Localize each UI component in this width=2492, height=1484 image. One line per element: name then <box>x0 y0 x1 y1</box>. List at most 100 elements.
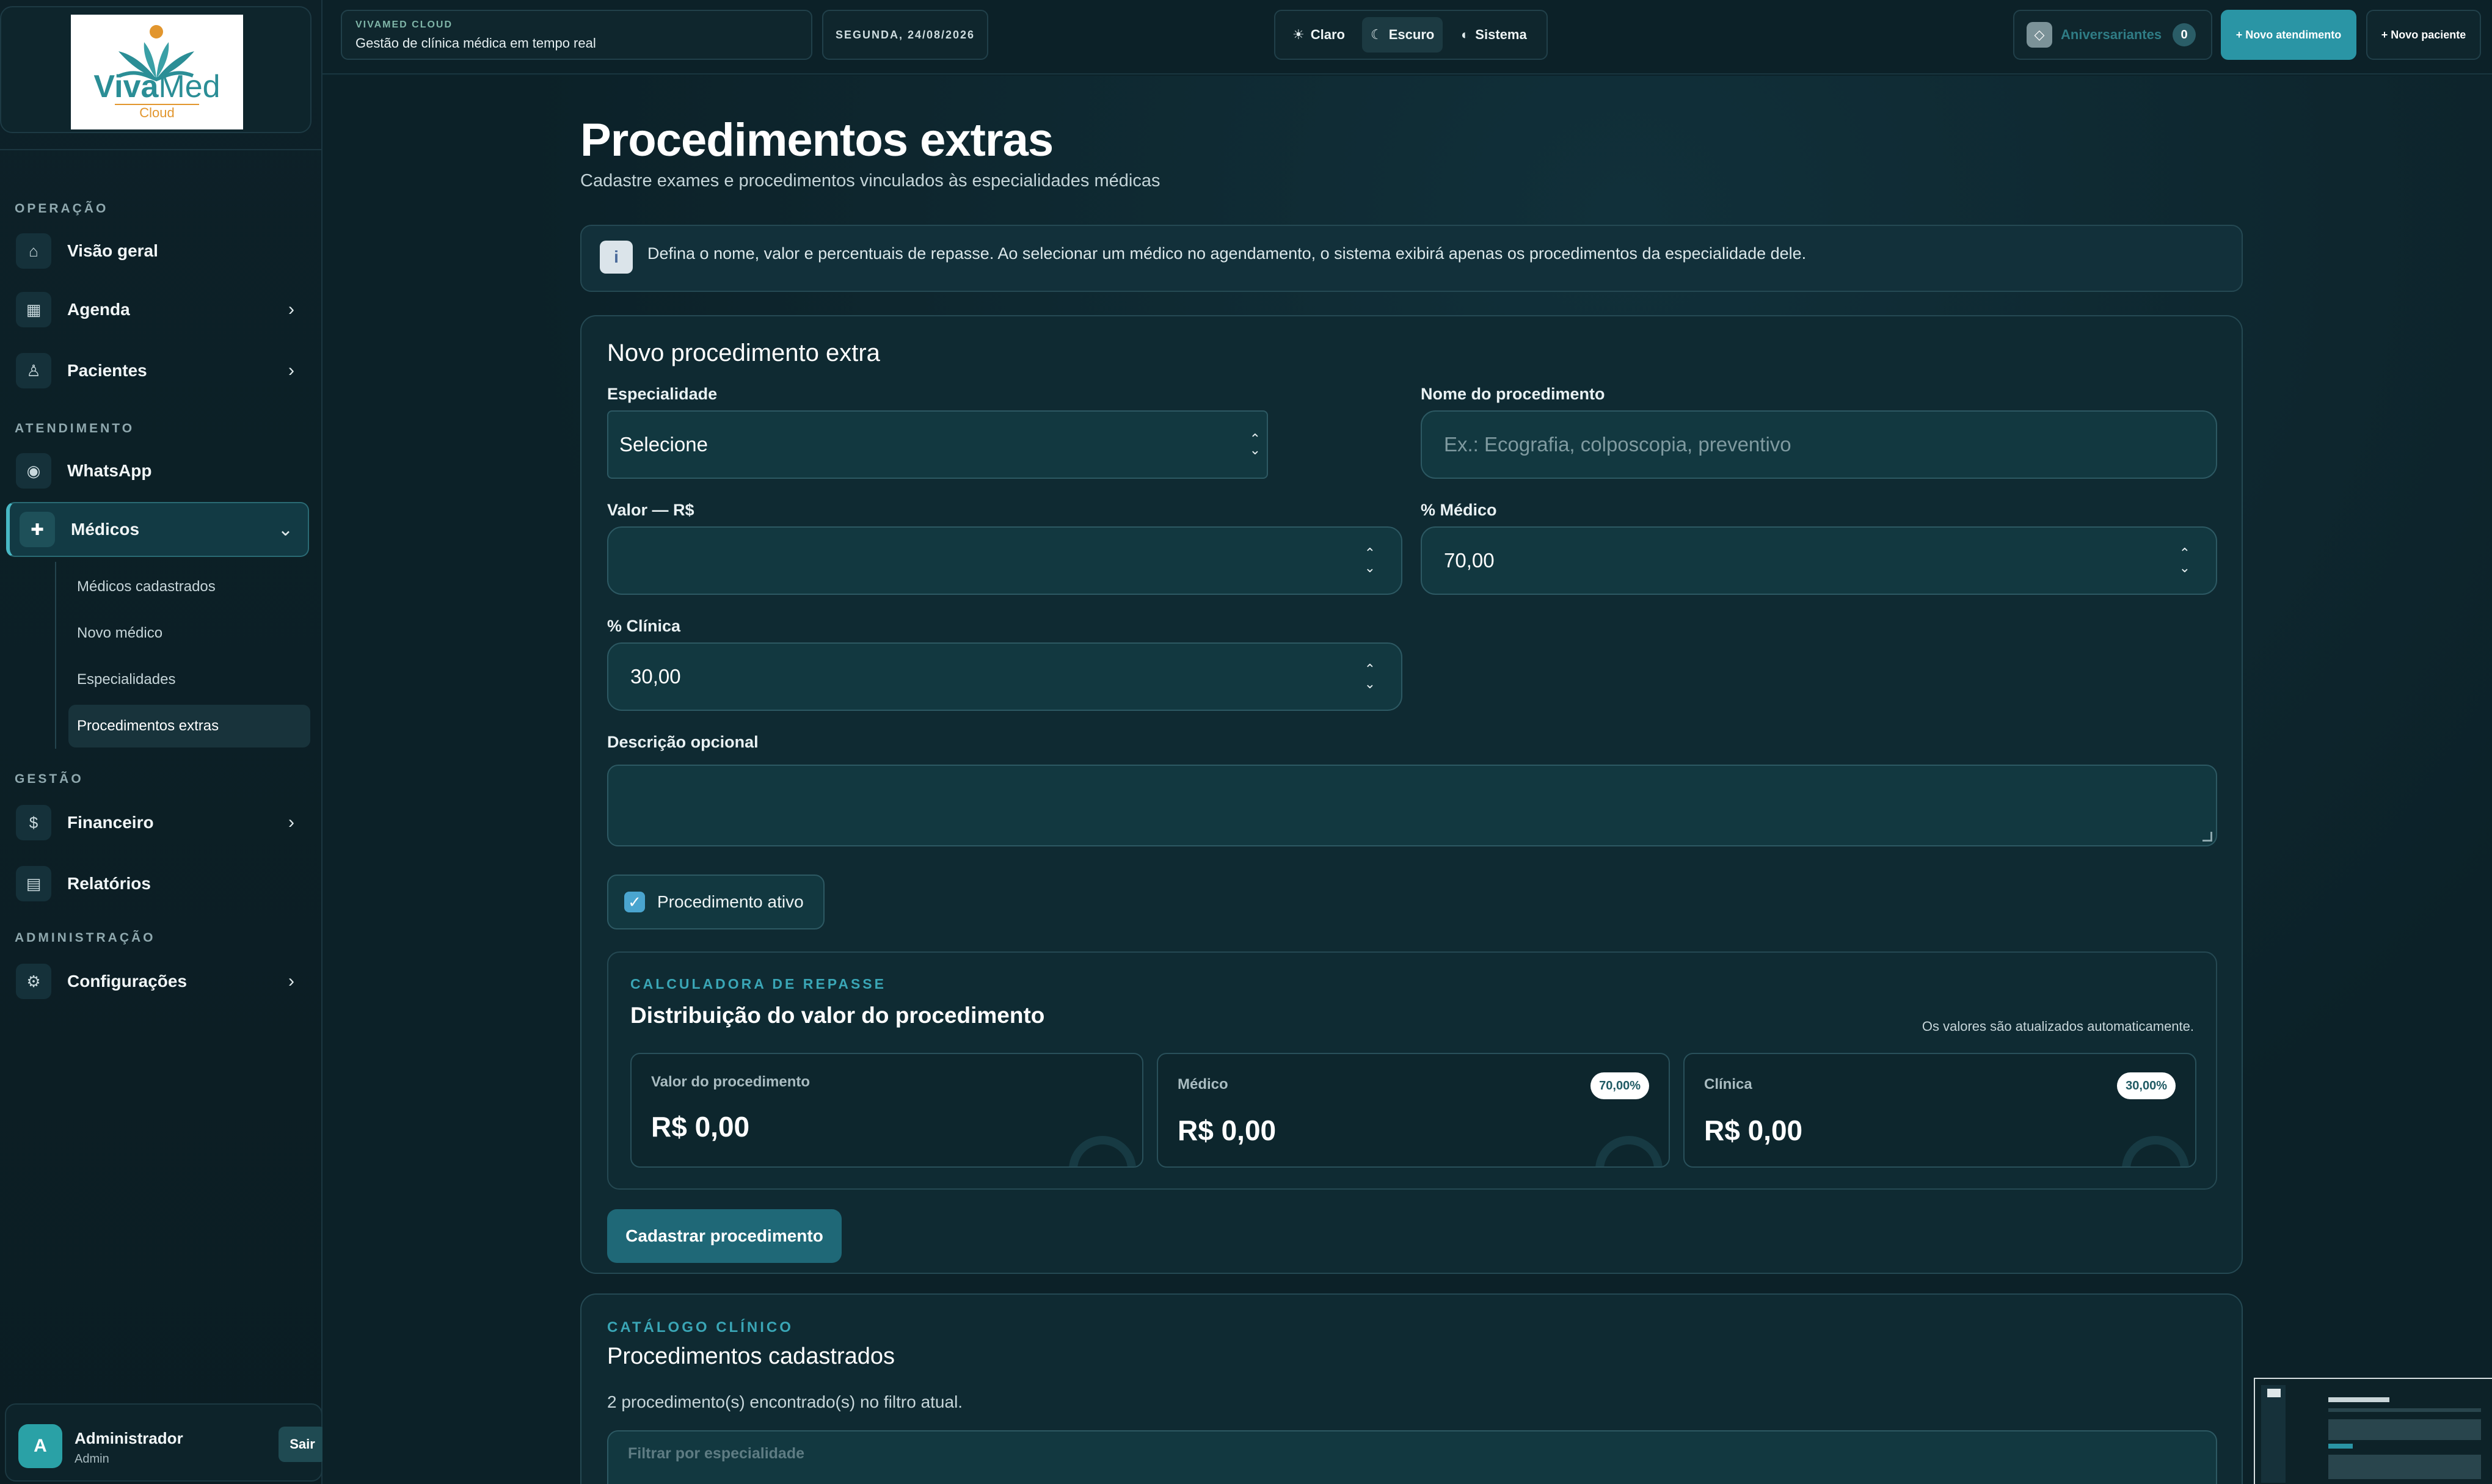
repasse-calculator: CALCULADORA DE REPASSE Distribuição do v… <box>607 951 2217 1190</box>
spinner-icon[interactable]: ⌃ ⌄ <box>1364 546 1375 575</box>
sidebar-item-configuracoes[interactable]: ⚙ Configurações › <box>6 954 309 1009</box>
clinica-pct-input[interactable]: 30,00 ⌃ ⌄ <box>607 642 1402 711</box>
chevron-right-icon: › <box>288 812 294 832</box>
chevron-down-icon: ⌄ <box>277 519 293 540</box>
sidebar-item-relatorios[interactable]: ▤ Relatórios <box>6 856 309 911</box>
nome-procedimento-input[interactable]: Ex.: Ecografia, colposcopia, preventivo <box>1421 410 2217 479</box>
theme-light-button[interactable]: ☀ Claro <box>1284 17 1353 53</box>
sidebar-item-label: WhatsApp <box>67 461 152 480</box>
calc-card-value: R$ 0,00 <box>1178 1115 1277 1146</box>
sidebar-item-whatsapp[interactable]: ◉ WhatsApp <box>6 443 309 498</box>
procedimento-ativo-checkbox[interactable]: ✓ Procedimento ativo <box>607 875 825 929</box>
sidebar-item-label: Médicos <box>71 520 140 539</box>
sidebar-item-medicos[interactable]: ✚ Médicos ⌄ <box>6 502 309 557</box>
especialidade-filter[interactable]: Filtrar por especialidade <box>607 1430 2217 1484</box>
home-icon: ⌂ <box>16 233 51 269</box>
resize-grip-icon[interactable] <box>2202 832 2212 842</box>
sidebar-item-label: Financeiro <box>67 813 154 832</box>
calc-card-value: R$ 0,00 <box>651 1111 750 1143</box>
chevron-right-icon: › <box>288 971 294 991</box>
spinner-icon[interactable]: ⌃ ⌄ <box>2179 546 2190 575</box>
theme-system-button[interactable]: ◐ Sistema <box>1452 17 1536 53</box>
descricao-textarea[interactable] <box>607 765 2217 846</box>
sidebar: VivaMed Cloud OPERAÇÃO ⌂ Visão geral ▦ A… <box>0 0 326 1484</box>
whatsapp-icon: ◉ <box>16 453 51 489</box>
new-appointment-button[interactable]: + Novo atendimento <box>2221 10 2356 60</box>
theme-dark-button[interactable]: ☾ Escuro <box>1362 17 1443 53</box>
sidebar-item-label: Configurações <box>67 972 188 991</box>
plus-medical-icon: ✚ <box>20 512 55 547</box>
calc-card-label: Clínica <box>1704 1076 1752 1093</box>
sun-icon: ☀ <box>1292 27 1305 42</box>
top-bar: VIVAMED CLOUD Gestão de clínica médica e… <box>322 0 2492 75</box>
nome-placeholder: Ex.: Ecografia, colposcopia, preventivo <box>1444 433 1791 456</box>
percent-badge: 70,00% <box>1590 1072 1649 1099</box>
sidebar-item-financeiro[interactable]: $ Financeiro › <box>6 795 309 850</box>
cadastrar-procedimento-button[interactable]: Cadastrar procedimento <box>607 1209 842 1263</box>
decorative-ring <box>1595 1136 1663 1166</box>
thumbnail-logo <box>2267 1389 2281 1397</box>
avatar[interactable]: A <box>18 1424 62 1468</box>
medico-pct-input[interactable]: 70,00 ⌃ ⌄ <box>1421 526 2217 595</box>
logout-button[interactable]: Sair <box>279 1427 326 1462</box>
sidebar-item-label: Relatórios <box>67 874 151 893</box>
sidebar-item-visao-geral[interactable]: ⌂ Visão geral <box>6 224 309 278</box>
theme-light-label: Claro <box>1310 27 1345 42</box>
especialidade-select[interactable]: Selecione ⌃ ⌄ <box>607 410 1268 479</box>
submenu-item-novo-medico[interactable]: Novo médico <box>68 612 310 655</box>
clinica-pct-label: % Clínica <box>607 617 681 635</box>
valor-label: Valor — R$ <box>607 501 694 519</box>
birthdays-button[interactable]: ◇ Aniversariantes 0 <box>2013 10 2212 60</box>
contrast-icon: ◐ <box>1461 27 1470 42</box>
thumbnail-block <box>2328 1419 2481 1440</box>
sidebar-item-label: Pacientes <box>67 361 147 380</box>
decorative-ring <box>1069 1136 1136 1166</box>
checkmark-icon[interactable]: ✓ <box>624 892 645 912</box>
birthdays-count-badge: 0 <box>2173 23 2196 46</box>
submenu-item-especialidades[interactable]: Especialidades <box>68 658 310 701</box>
valor-input[interactable]: ⌃ ⌄ <box>607 526 1402 595</box>
sidebar-item-pacientes[interactable]: ♙ Pacientes › <box>6 343 309 398</box>
form-title: Novo procedimento extra <box>607 340 880 366</box>
calc-card-value: R$ 0,00 <box>1704 1115 1803 1146</box>
brand-kicker: VIVAMED CLOUD <box>355 20 453 30</box>
patients-icon: ♙ <box>16 353 51 388</box>
percent-badge: 30,00% <box>2117 1072 2176 1099</box>
calc-card-valor: Valor do procedimento R$ 0,00 <box>630 1053 1143 1168</box>
sidebar-item-agenda[interactable]: ▦ Agenda › <box>6 282 309 337</box>
page-title: Procedimentos extras <box>580 114 1054 166</box>
thumbnail-sidebar <box>2261 1385 2286 1483</box>
section-label-administracao: ADMINISTRAÇÃO <box>15 931 156 945</box>
calendar-icon: ▦ <box>16 292 51 327</box>
catalog-count: 2 procedimento(s) encontrado(s) no filtr… <box>607 1392 963 1411</box>
calc-card-medico: Médico R$ 0,00 70,00% <box>1157 1053 1670 1168</box>
thumbnail-title <box>2328 1397 2389 1402</box>
calc-card-label: Médico <box>1178 1076 1228 1093</box>
logo-subtitle: Cloud <box>115 104 199 121</box>
submenu-item-procedimentos-extras[interactable]: Procedimentos extras <box>68 705 310 747</box>
info-text: Defina o nome, valor e percentuais de re… <box>647 244 1807 263</box>
sidebar-item-label: Visão geral <box>67 241 158 260</box>
catalog-title: Procedimentos cadastrados <box>607 1344 895 1369</box>
birthdays-label: Aniversariantes <box>2061 27 2162 42</box>
screenshot-thumbnail[interactable] <box>2254 1378 2492 1484</box>
sidebar-item-label: Agenda <box>67 300 130 319</box>
medico-pct-value: 70,00 <box>1444 549 1495 572</box>
gear-icon: ⚙ <box>16 964 51 999</box>
select-arrows-icon: ⌃ ⌄ <box>1249 431 1261 457</box>
thumbnail-table <box>2328 1455 2481 1479</box>
thumbnail-button <box>2328 1444 2353 1449</box>
procedures-catalog: CATÁLOGO CLÍNICO Procedimentos cadastrad… <box>580 1293 2243 1484</box>
procedimento-ativo-label: Procedimento ativo <box>657 892 804 911</box>
user-role: Admin <box>75 1452 109 1466</box>
submenu-item-medicos-cadastrados[interactable]: Médicos cadastrados <box>68 566 310 608</box>
current-date: SEGUNDA, 24/08/2026 <box>822 10 988 60</box>
calculator-note: Os valores são atualizados automaticamen… <box>1922 1019 2194 1034</box>
vivamed-logo[interactable]: VivaMed Cloud <box>71 15 243 129</box>
calc-card-clinica: Clínica R$ 0,00 30,00% <box>1683 1053 2196 1168</box>
spinner-icon[interactable]: ⌃ ⌄ <box>1364 662 1375 691</box>
nome-label: Nome do procedimento <box>1421 385 1605 403</box>
new-patient-button[interactable]: + Novo paciente <box>2366 10 2481 60</box>
page-subtitle: Cadastre exames e procedimentos vinculad… <box>580 171 1160 191</box>
dollar-icon: $ <box>16 805 51 840</box>
